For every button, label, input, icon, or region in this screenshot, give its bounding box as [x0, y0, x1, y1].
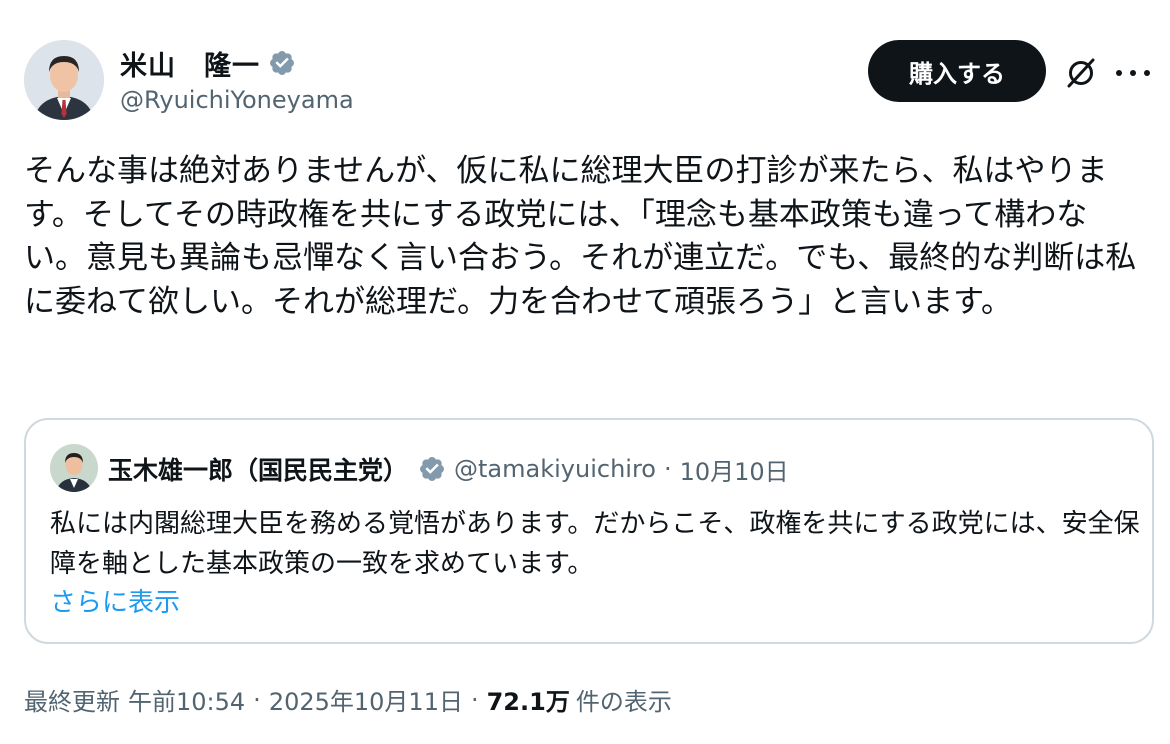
quoted-verified-badge-icon[interactable] — [418, 455, 446, 483]
quoted-post[interactable]: 玉木雄一郎（国民民主党） @tamakiyuichiro · 10月10日 私に… — [24, 418, 1154, 644]
post-meta: 最終更新 午前10:54 · 2025年10月11日 · 72.1万 件の表示 — [24, 682, 672, 717]
author-name[interactable]: 米山 隆一 — [120, 44, 260, 83]
author-info: 米山 隆一 @RyuichiYoneyama — [120, 44, 354, 115]
quoted-author-name[interactable]: 玉木雄一郎（国民民主党） — [108, 451, 408, 487]
quoted-text: 私には内閣総理大臣を務める覚悟があります。だからこそ、政権を共にする政党には、安… — [50, 509, 1140, 579]
post-header: 米山 隆一 @RyuichiYoneyama 購入する — [24, 40, 1154, 122]
grok-icon[interactable] — [1064, 56, 1098, 90]
updated-label: 最終更新 — [24, 688, 120, 716]
quoted-separator: · — [663, 455, 672, 483]
quoted-date[interactable]: 10月10日 — [680, 452, 789, 487]
meta-separator-2: · — [470, 685, 479, 714]
verified-badge-icon[interactable] — [268, 49, 296, 77]
author-avatar-image — [24, 40, 104, 120]
author-avatar[interactable] — [24, 40, 104, 120]
quoted-avatar-image — [50, 444, 98, 492]
show-more-link[interactable]: さらに表示 — [50, 582, 180, 619]
post-text: そんな事は絶対ありませんが、仮に私に総理大臣の打診が来たら、私はやります。そして… — [24, 153, 1137, 320]
quoted-author-handle[interactable]: @tamakiyuichiro — [454, 455, 656, 483]
view-count-label: 件の表示 — [575, 688, 672, 716]
meta-separator: · — [253, 685, 261, 714]
buy-button[interactable]: 購入する — [868, 40, 1046, 102]
more-icon[interactable] — [1116, 58, 1150, 88]
quoted-header: 玉木雄一郎（国民民主党） @tamakiyuichiro · 10月10日 — [108, 450, 789, 488]
view-count[interactable]: 72.1万 — [487, 682, 570, 717]
quoted-author-avatar[interactable] — [50, 444, 98, 492]
post-date[interactable]: 2025年10月11日 — [269, 682, 463, 717]
author-handle[interactable]: @RyuichiYoneyama — [120, 86, 354, 114]
post-time[interactable]: 午前10:54 — [128, 682, 245, 717]
